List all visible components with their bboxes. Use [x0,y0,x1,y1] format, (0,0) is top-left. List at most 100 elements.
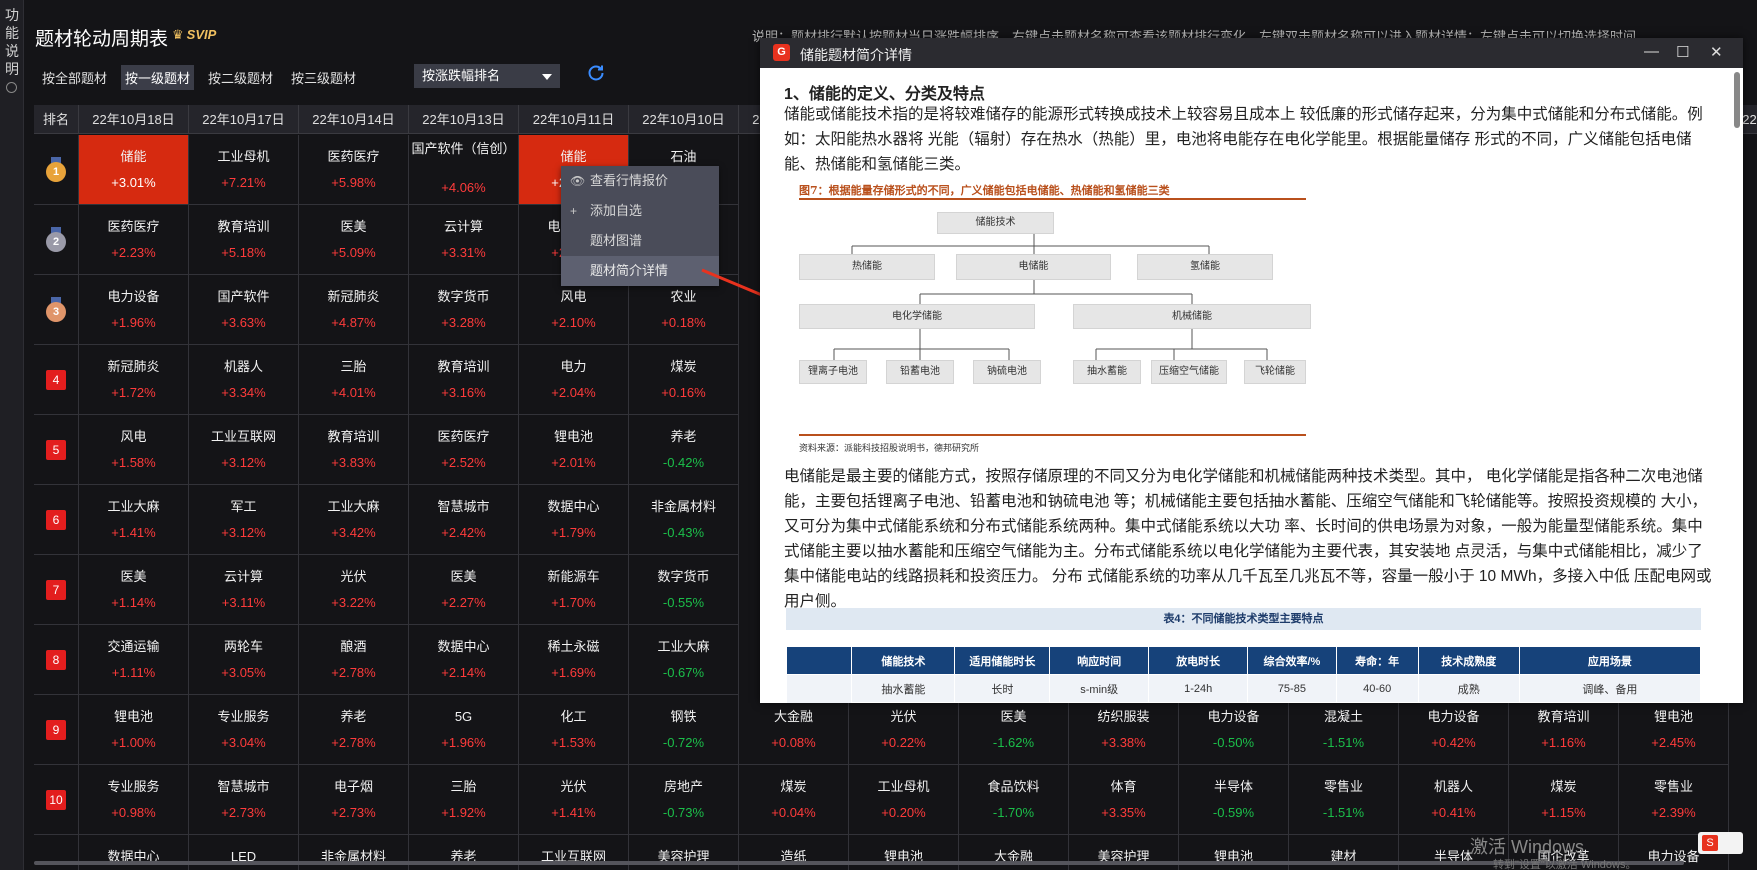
topic-cell[interactable]: 教育培训 +3.83% [299,415,409,485]
topic-cell[interactable]: 体育 +3.35% [1069,765,1179,835]
topic-cell[interactable]: 工业母机 +0.20% [849,765,959,835]
tab-level-2[interactable]: 按二级题材 [204,65,277,90]
topic-cell[interactable]: 5G +1.96% [409,695,519,765]
topic-cell[interactable]: 电子烟 +2.73% [299,765,409,835]
window-titlebar[interactable]: G 储能题材简介详情 — ☐ ✕ [760,38,1743,68]
refresh-icon[interactable] [587,64,605,82]
context-menu-item[interactable]: 👁 查看行情报价 [561,166,719,196]
topic-cell[interactable]: 工业大麻 +3.42% [299,485,409,555]
topic-cell[interactable]: 数据中心 +1.79% [519,485,629,555]
tab-level-0[interactable]: 按全部题材 [38,65,111,90]
topic-cell[interactable]: 教育培训 +5.18% [189,205,299,275]
topic-cell[interactable]: 纺织服装 +3.38% [1069,695,1179,765]
topic-cell[interactable]: 混凝土 -1.51% [1289,695,1399,765]
topic-cell[interactable]: 光伏 +1.41% [519,765,629,835]
topic-cell[interactable]: 零售业 -1.51% [1289,765,1399,835]
topic-cell[interactable]: 锂电池 +1.00% [79,695,189,765]
topic-cell[interactable]: 房地产 -0.73% [629,765,739,835]
topic-cell[interactable]: 零售业 +2.39% [1619,765,1729,835]
topic-cell[interactable]: 煤炭 +1.15% [1509,765,1619,835]
topic-cell[interactable]: 新冠肺炎 +4.87% [299,275,409,345]
topic-cell[interactable]: 两轮车 +3.05% [189,625,299,695]
topic-cell[interactable]: 三胎 +1.92% [409,765,519,835]
topic-cell[interactable]: 机器人 +0.41% [1399,765,1509,835]
topic-cell[interactable]: 医药医疗 +2.23% [79,205,189,275]
topic-cell[interactable]: 云计算 +3.31% [409,205,519,275]
context-menu-item[interactable]: + 添加自选 [561,196,719,226]
topic-cell[interactable]: 电力设备 +1.96% [79,275,189,345]
topic-cell[interactable]: 稀土永磁 +1.69% [519,625,629,695]
topic-cell[interactable]: 光伏 +0.22% [849,695,959,765]
topic-cell[interactable]: 储能 +3.01% [79,135,189,205]
maximize-icon[interactable]: ☐ [1676,43,1689,61]
topic-cell[interactable]: 电力设备 -0.50% [1179,695,1289,765]
topic-cell[interactable]: 电力设备 +0.42% [1399,695,1509,765]
topic-cell[interactable]: 新冠肺炎 +1.72% [79,345,189,415]
ime-tray[interactable]: S [1698,832,1743,854]
topic-cell[interactable]: 煤炭 +0.04% [739,765,849,835]
topic-cell[interactable]: 国产软件（信创） +4.06% [409,135,519,205]
date-header[interactable]: 22年10月14日 [299,105,409,134]
tab-level-1[interactable]: 按一级题材 [121,65,195,90]
topic-cell[interactable]: 教育培训 +3.16% [409,345,519,415]
topic-cell[interactable]: 工业大麻 -0.67% [629,625,739,695]
topic-cell[interactable]: 工业互联网 +3.12% [189,415,299,485]
topic-cell[interactable]: 数字货币 +3.28% [409,275,519,345]
topic-cell[interactable]: 煤炭 +0.16% [629,345,739,415]
topic-cell[interactable]: 机器人 +3.34% [189,345,299,415]
topic-cell[interactable]: 养老 -0.42% [629,415,739,485]
topic-cell[interactable]: 化工 +1.53% [519,695,629,765]
date-header[interactable]: 22年10月11日 [519,105,629,134]
topic-cell[interactable]: 电力 +2.04% [519,345,629,415]
grid-horizontal-scrollbar[interactable] [34,861,1684,865]
topic-cell[interactable]: 工业大麻 +1.41% [79,485,189,555]
context-menu-item[interactable]: 题材简介详情 [561,256,719,286]
date-header[interactable]: 22年10月13日 [409,105,519,134]
minimize-icon[interactable]: — [1644,43,1659,60]
close-icon[interactable]: ✕ [1710,43,1723,61]
topic-cell[interactable]: 风电 +1.58% [79,415,189,485]
date-header[interactable]: 22年10月18日 [79,105,189,134]
tab-level-3[interactable]: 按三级题材 [287,65,360,90]
topic-cell[interactable]: 交通运输 +1.11% [79,625,189,695]
topic-cell[interactable]: 新能源车 +1.70% [519,555,629,625]
context-menu-item[interactable]: 题材图谱 [561,226,719,256]
topic-cell[interactable]: 智慧城市 +2.42% [409,485,519,555]
topic-cell[interactable]: 医美 +2.27% [409,555,519,625]
date-header[interactable]: 22年10月10日 [629,105,739,134]
topic-cell[interactable]: 工业母机 +7.21% [189,135,299,205]
topic-cell[interactable]: 三胎 +4.01% [299,345,409,415]
topic-cell[interactable]: 军工 +3.12% [189,485,299,555]
topic-cell[interactable]: 锂电池 +2.01% [519,415,629,485]
sort-select[interactable]: 按涨跌幅排名 [414,64,560,88]
topic-cell[interactable]: 专业服务 +0.98% [79,765,189,835]
feature-help-strip[interactable]: 功能说明 [0,0,24,870]
topic-cell[interactable]: 医药医疗 +5.98% [299,135,409,205]
topic-cell[interactable]: 国产软件 +3.63% [189,275,299,345]
topic-cell[interactable]: 医美 +5.09% [299,205,409,275]
topic-cell[interactable]: 食品饮料 -1.70% [959,765,1069,835]
topic-cell[interactable]: 教育培训 +1.16% [1509,695,1619,765]
date-header[interactable]: 22年10月17日 [189,105,299,134]
topic-cell[interactable]: 养老 +2.78% [299,695,409,765]
topic-cell[interactable]: 云计算 +3.11% [189,555,299,625]
topic-cell[interactable]: 半导体 -0.59% [1179,765,1289,835]
window-scrollbar[interactable] [1734,72,1740,128]
topic-change: +1.96% [111,315,156,330]
topic-cell[interactable]: 医美 -1.62% [959,695,1069,765]
topic-cell[interactable]: 锂电池 +2.45% [1619,695,1729,765]
topic-cell[interactable]: 数据中心 +2.14% [409,625,519,695]
topic-cell[interactable]: 医药医疗 +2.52% [409,415,519,485]
rank-header: 排名 [34,105,79,134]
topic-cell[interactable]: 专业服务 +3.04% [189,695,299,765]
topic-cell[interactable]: 钢铁 -0.72% [629,695,739,765]
topic-cell[interactable]: 大金融 +0.08% [739,695,849,765]
topic-cell[interactable]: 酿酒 +2.78% [299,625,409,695]
topic-cell[interactable]: 医美 +1.14% [79,555,189,625]
topic-cell[interactable]: 数字货币 -0.55% [629,555,739,625]
detail-content[interactable]: 1、储能的定义、分类及特点 储能或储能技术指的是将较难储存的能源形式转换成技术上… [760,68,1729,703]
topic-cell[interactable]: 光伏 +3.22% [299,555,409,625]
topic-cell[interactable]: 智慧城市 +2.73% [189,765,299,835]
topic-change: +2.01% [551,455,596,470]
topic-cell[interactable]: 非金属材料 -0.43% [629,485,739,555]
